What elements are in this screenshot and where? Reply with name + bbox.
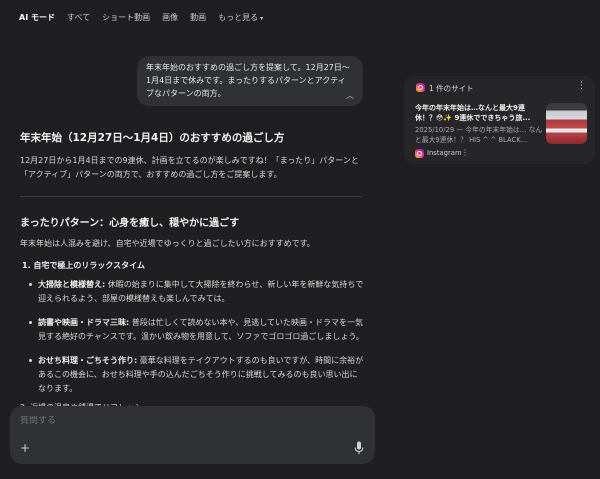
tab-short-videos[interactable]: ショート動画: [102, 12, 150, 23]
source-thumbnail[interactable]: [546, 103, 587, 144]
tab-more[interactable]: もっと見る ▾: [218, 12, 263, 23]
source-count: 1 件のサイト: [429, 84, 474, 93]
instagram-icon: [416, 83, 425, 92]
top-nav: AI モード すべて ショート動画 画像 動画 もっと見る ▾: [0, 0, 600, 34]
list-item: 大掃除と模様替え: 休暇の始まりに集中して大掃除を終わらせ、新しい年を新鮮な気持…: [20, 278, 365, 306]
section-title: まったりパターン：心身を癒し、穏やかに過ごす: [20, 218, 240, 229]
question-input-box: +: [10, 406, 375, 464]
question-input[interactable]: [20, 416, 320, 426]
source-title[interactable]: 今年の年末年始は…なんと最大9連休！？😳✨ 9連休でできちゃう旅...: [415, 103, 543, 123]
list-item: 読書や映画・ドラマ三昧: 普段は忙しくて読めない本や、見逃していた映画・ドラマを…: [20, 316, 365, 344]
more-vert-icon[interactable]: ⋮: [461, 148, 469, 157]
tab-all[interactable]: すべて: [67, 12, 90, 23]
bullet-list: 大掃除と模様替え: 休暇の始まりに集中して大掃除を終わらせ、新しい年を新鮮な気持…: [20, 278, 365, 406]
section-intro: 年末年始は人混みを避け、自宅や近場でゆっくりと過ごしたい方におすすめです。: [20, 239, 315, 248]
chevron-up-icon[interactable]: ︿: [346, 89, 354, 102]
answer-title: 年末年始（12月27日〜1月4日）のおすすめの過ごし方: [20, 132, 285, 144]
source-snippet: 2025/10/29 — 今年の年末年始は… なんと最大9連休！？ HIS ^ …: [415, 126, 543, 144]
tab-ai-mode[interactable]: AI モード: [19, 12, 55, 23]
plus-icon[interactable]: +: [20, 441, 30, 455]
answer-intro: 12月27日から1月4日までの9連休、計画を立てるのが楽しみですね！「まったり」…: [20, 156, 359, 179]
source-card[interactable]: 1 件のサイト ⋮ 今年の年末年始は…なんと最大9連休！？😳✨ 9連休でできちゃ…: [404, 76, 595, 164]
subheading: 1. 自宅で極上のリラックスタイム: [22, 261, 145, 270]
tab-more-label: もっと見る: [218, 12, 259, 22]
user-query-text: 年末年始のおすすめの過ごし方を提案して。12月27日〜1月4日まで休みです。まっ…: [146, 63, 350, 98]
source-name: Instagram: [427, 149, 462, 157]
bullet-bold: 読書や映画・ドラマ三昧:: [38, 318, 130, 327]
bullet-bold: 大掃除と模様替え:: [38, 280, 106, 289]
tab-videos[interactable]: 動画: [190, 12, 206, 23]
more-vert-icon[interactable]: ⋮: [577, 81, 586, 91]
caret-down-icon: ▾: [260, 14, 264, 22]
instagram-icon: [415, 149, 424, 158]
list-item: おせち料理・ごちそう作り: 豪華な料理をテイクアウトするのも良いですが、時間に余…: [20, 354, 365, 396]
divider: [20, 196, 362, 197]
bullet-bold: おせち料理・ごちそう作り:: [38, 356, 138, 365]
tab-images[interactable]: 画像: [162, 12, 178, 23]
microphone-icon[interactable]: [354, 441, 364, 455]
user-query-bubble: 年末年始のおすすめの過ごし方を提案して。12月27日〜1月4日まで休みです。まっ…: [137, 56, 363, 106]
